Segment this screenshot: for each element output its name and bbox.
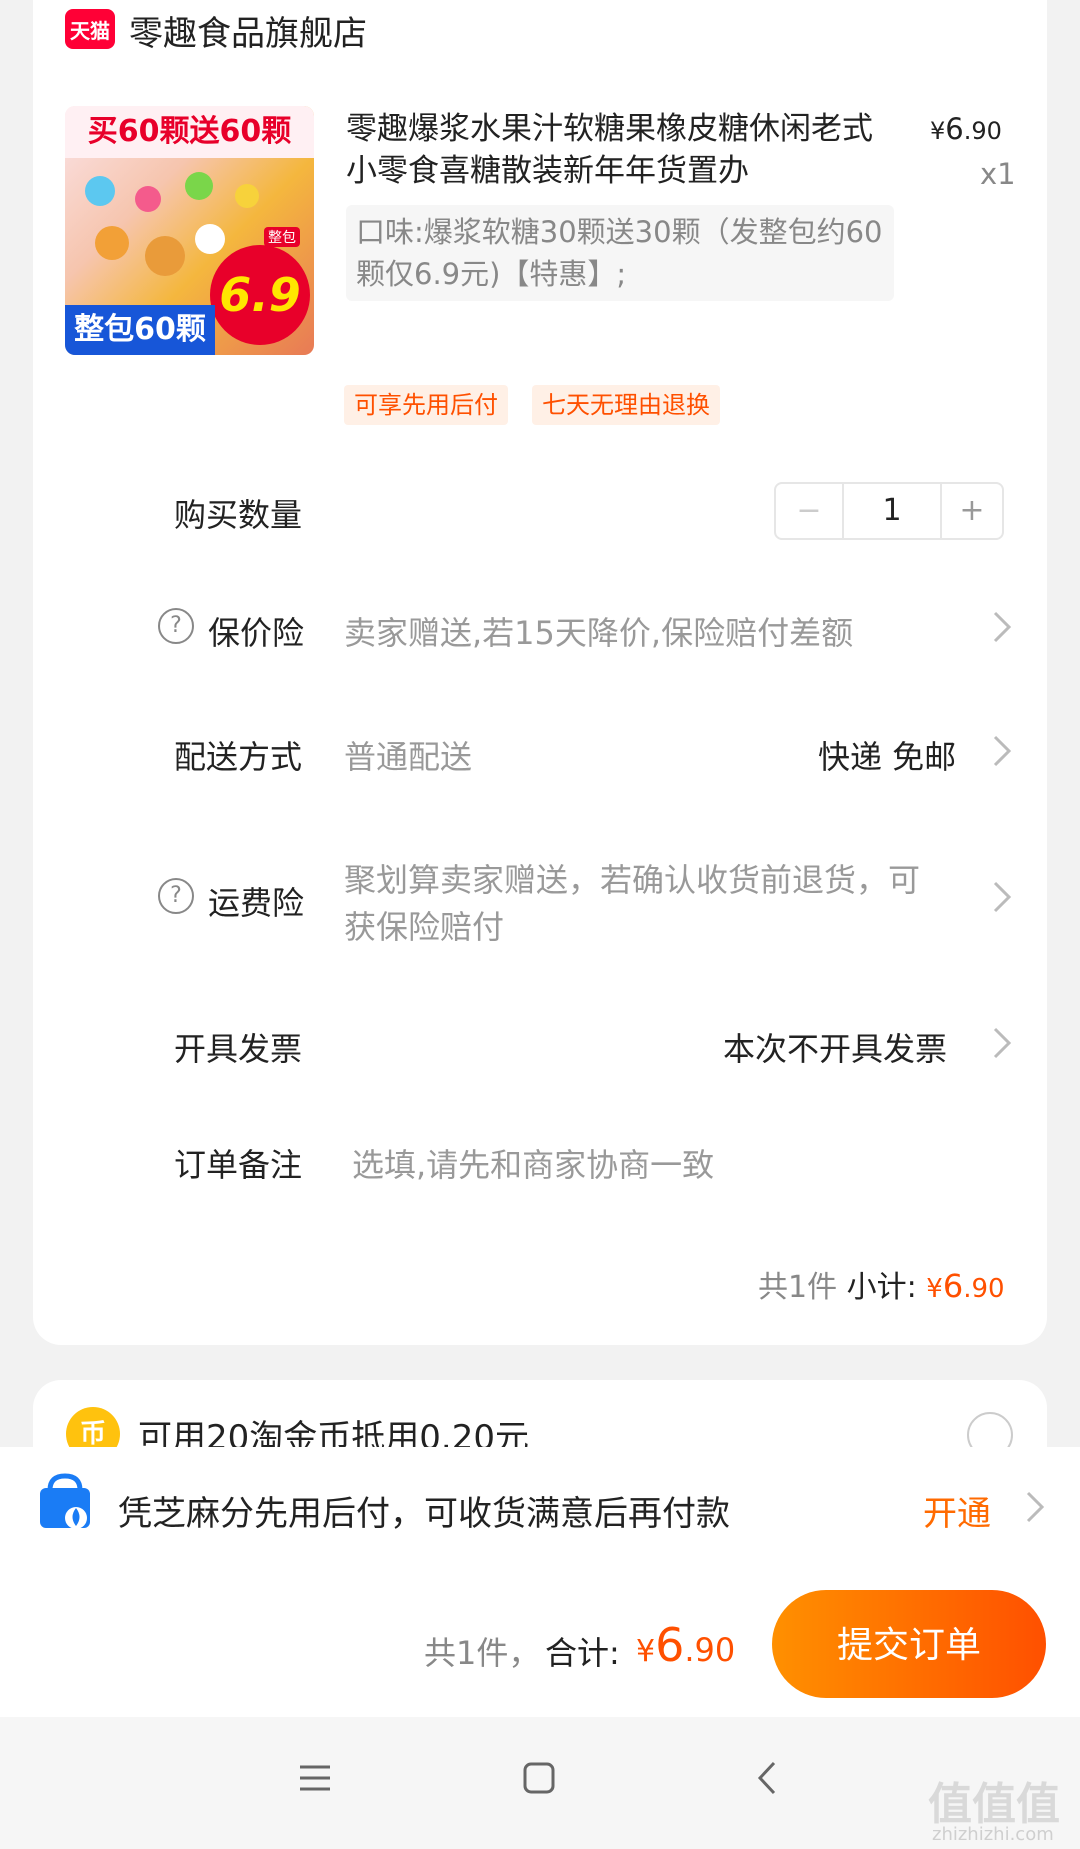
delivery-label: 配送方式: [174, 738, 303, 776]
back-icon[interactable]: [752, 1759, 780, 1797]
shipping-insurance-line2: 获保险赔付: [344, 908, 505, 946]
invoice-label: 开具发票: [174, 1030, 303, 1068]
home-square-icon[interactable]: [522, 1761, 556, 1795]
system-nav-bar: [0, 1717, 1080, 1849]
image-price-tag: 整包: [264, 227, 300, 247]
subtotal-amount: ¥6.90: [926, 1267, 1005, 1305]
pay-later-open-link[interactable]: 开通: [923, 1486, 991, 1535]
order-note-label: 订单备注: [174, 1146, 303, 1184]
shipping-insurance-line1: 聚划算卖家赠送，若确认收货前退货，可: [344, 861, 921, 899]
price-protection-label: 保价险: [208, 614, 305, 652]
watermark-url: zhizhizhi.com: [932, 1824, 1054, 1845]
price-protection-value: 卖家赠送,若15天降价,保险赔付差额: [344, 614, 854, 652]
product-quantity: x1: [980, 157, 1016, 191]
quantity-label: 购买数量: [174, 496, 303, 534]
menu-icon[interactable]: [298, 1763, 332, 1793]
store-name[interactable]: 零趣食品旗舰店: [129, 6, 367, 55]
quantity-value[interactable]: 1: [842, 484, 942, 538]
image-price: 6.9: [210, 245, 310, 345]
product-price: ¥6.90: [930, 112, 1002, 146]
subtotal: 共1件 小计: ¥6.90: [758, 1262, 1005, 1306]
shopping-bag-icon: [40, 1473, 90, 1529]
quantity-stepper: − 1 +: [774, 482, 1004, 540]
image-promo-bottom: 整包60颗: [65, 305, 215, 355]
question-circle-icon[interactable]: ?: [158, 608, 194, 644]
tmall-logo: 天猫: [65, 9, 115, 49]
pay-later-text: 凭芝麻分先用后付，可收货满意后再付款: [118, 1494, 730, 1534]
chevron-right-icon: [993, 611, 1012, 643]
sku-selection[interactable]: 口味:爆浆软糖30颗送30颗（发整包约60颗仅6.9元)【特惠】;: [346, 205, 894, 301]
subtotal-label: 小计:: [846, 1270, 917, 1305]
chevron-right-icon: [993, 1027, 1012, 1059]
price-symbol: ¥: [930, 117, 946, 145]
subtotal-count: 共1件: [758, 1270, 838, 1305]
tag-seven-day-return: 七天无理由退换: [532, 385, 720, 425]
chevron-right-icon: [993, 881, 1012, 913]
watermark: 值值值: [928, 1779, 1060, 1830]
chevron-right-icon: [993, 735, 1012, 767]
product-title[interactable]: 零趣爆浆水果汁软糖果橡皮糖休闲老式小零食喜糖散装新年年货置办: [346, 108, 886, 192]
invoice-value: 本次不开具发票: [723, 1030, 948, 1068]
delivery-method: 快递 免邮: [818, 738, 957, 776]
total-amount: ¥6.90: [636, 1618, 736, 1672]
quantity-plus-button[interactable]: +: [940, 484, 1004, 538]
tag-pay-later: 可享先用后付: [344, 385, 508, 425]
submit-order-button[interactable]: 提交订单: [772, 1590, 1046, 1698]
order-note-input[interactable]: 选填,请先和商家协商一致: [352, 1140, 714, 1186]
total-label: 合计:: [545, 1634, 620, 1672]
price-int: 6: [945, 112, 964, 146]
price-dec: .90: [963, 117, 1002, 145]
question-circle-icon[interactable]: ?: [158, 878, 194, 914]
delivery-value: 普通配送: [344, 738, 473, 776]
product-image[interactable]: 买60颗送60颗 整包 6.9 整包60颗: [65, 106, 314, 355]
shipping-insurance-label: 运费险: [208, 884, 305, 922]
store-header[interactable]: 天猫 零趣食品旗舰店: [33, 0, 1047, 60]
total-count: 共1件，: [424, 1634, 541, 1672]
quantity-minus-button[interactable]: −: [776, 484, 842, 538]
image-promo-top: 买60颗送60颗: [65, 106, 314, 158]
chevron-right-icon[interactable]: [1018, 1487, 1052, 1527]
